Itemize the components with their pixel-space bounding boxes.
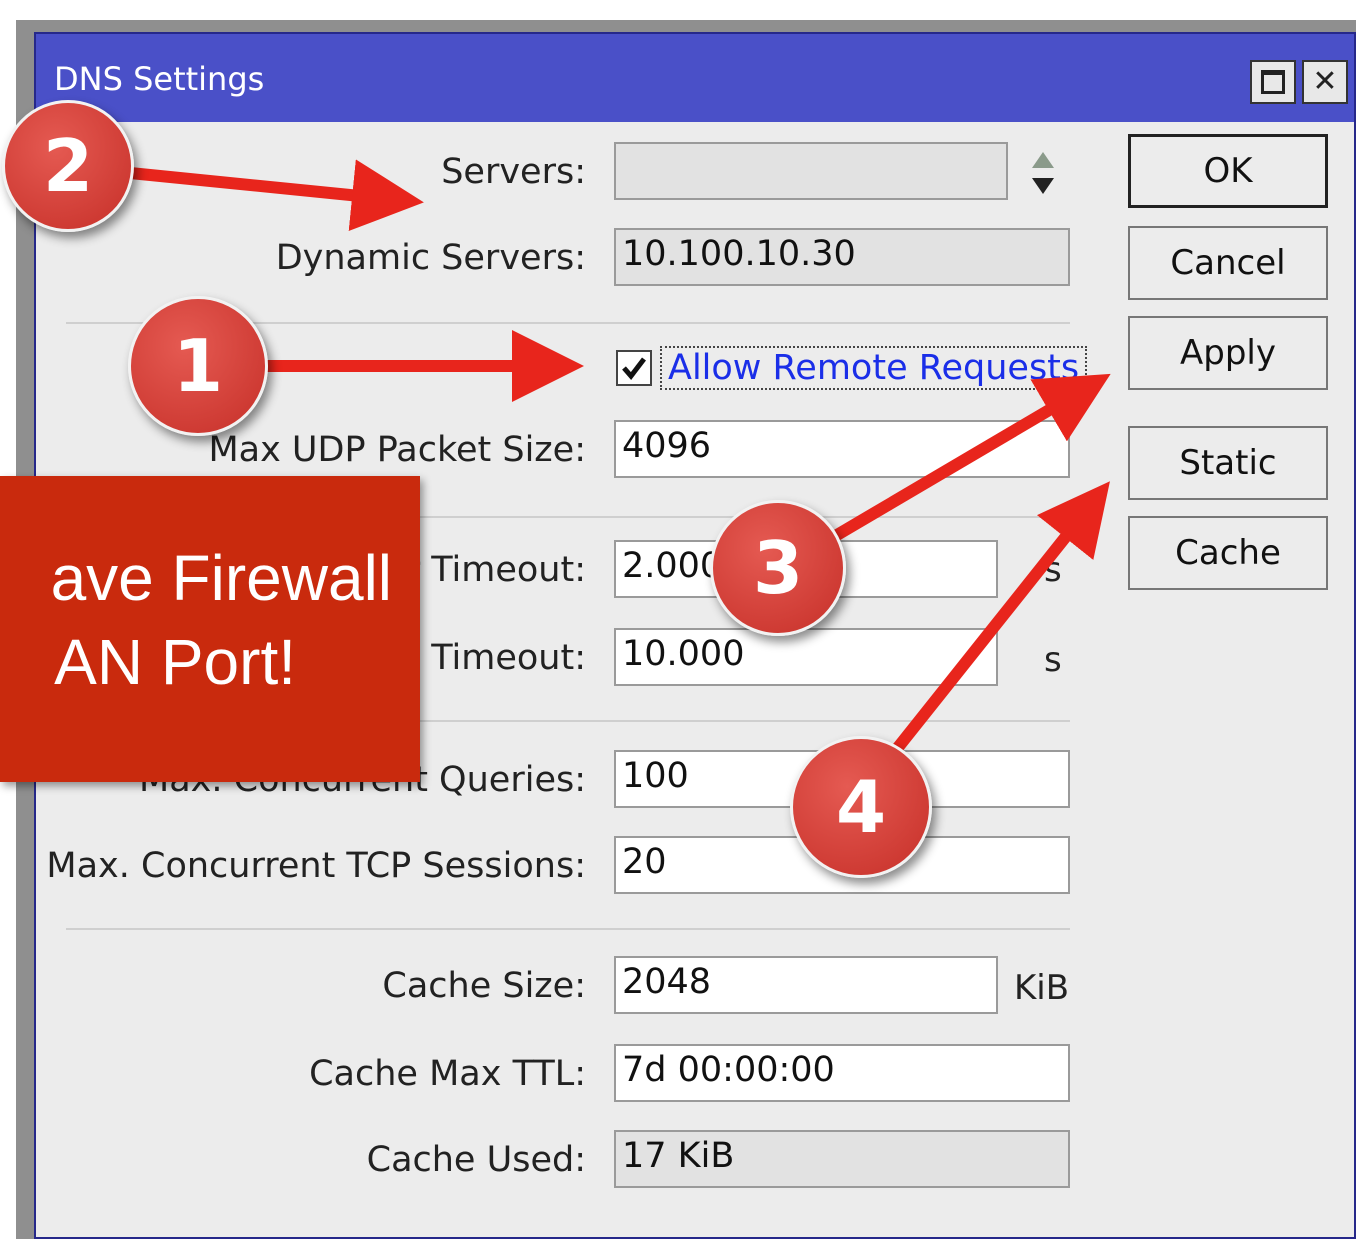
badge-3: 3 (710, 500, 846, 636)
badge-2: 2 (2, 100, 134, 232)
arrow-3 (816, 373, 1111, 551)
arrow-2 (99, 159, 424, 232)
annotation-arrows (99, 159, 1111, 774)
badge-1: 1 (128, 296, 268, 436)
badge-4: 4 (790, 736, 932, 878)
arrow-4 (875, 481, 1110, 774)
